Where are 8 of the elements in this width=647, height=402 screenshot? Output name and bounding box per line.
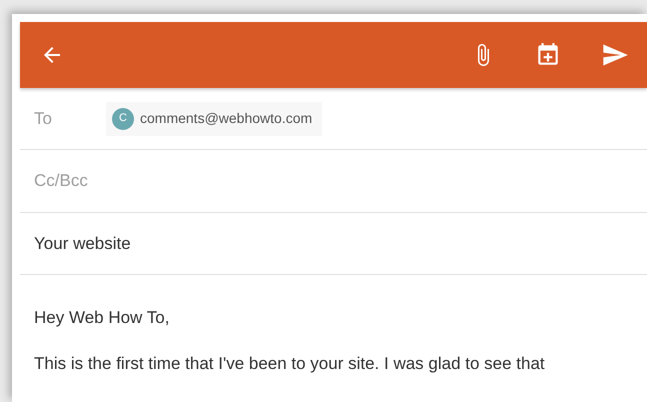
body-paragraph: Hey Web How To, bbox=[34, 307, 170, 329]
recipient-email: comments@webhowto.com bbox=[140, 109, 312, 128]
to-label: To bbox=[34, 108, 53, 130]
subject-field[interactable]: Your website bbox=[34, 230, 434, 256]
body-paragraph: This is the first time that I've been to your site. I was glad to see that bbox=[34, 352, 545, 374]
recipient-chip[interactable]: C comments@webhowto.com bbox=[106, 102, 322, 136]
cc-bcc-field[interactable]: Cc/Bcc bbox=[34, 168, 434, 194]
avatar-initial: C bbox=[112, 108, 134, 130]
